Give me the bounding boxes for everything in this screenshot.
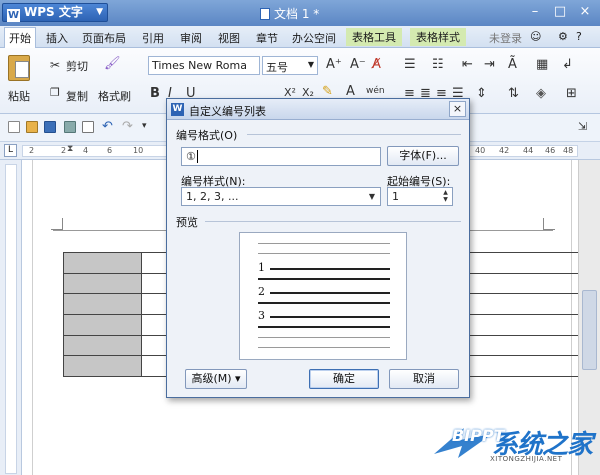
- ruler-mark: 46: [545, 146, 556, 155]
- chinese-layout-icon[interactable]: A͂: [508, 57, 517, 72]
- maximize-button[interactable]: □: [549, 3, 571, 21]
- ruler-mark: 6: [107, 146, 113, 155]
- copy-icon[interactable]: ❐: [50, 86, 60, 99]
- save-icon[interactable]: [44, 121, 56, 133]
- wps-logo-icon: W: [171, 103, 184, 116]
- tab-view[interactable]: 视图: [218, 30, 240, 46]
- number-style-select[interactable]: 1, 2, 3, ... ▼: [181, 187, 381, 206]
- start-at-input[interactable]: 1 ▲ ▼: [387, 187, 453, 206]
- font-button[interactable]: 字体(F)...: [387, 146, 459, 166]
- menu-bar: 开始 插入 页面布局 引用 审阅 视图 章节 办公空间 表格工具 表格样式 未登…: [0, 26, 600, 48]
- chevron-down-icon[interactable]: ▾: [142, 121, 147, 131]
- number-list-icon[interactable]: ☷: [432, 57, 444, 72]
- wps-app-menu-button[interactable]: W WPS 文字 ▼: [2, 3, 108, 22]
- watermark-subtext: XITONGZHIJIA.NET: [490, 455, 563, 463]
- chevron-down-icon: ▼: [368, 192, 376, 201]
- font-name-select[interactable]: Times New Roma: [148, 56, 260, 75]
- table-border-icon[interactable]: ⊞: [566, 86, 577, 101]
- title-bar: W WPS 文字 ▼ 文档 1 * – □ ×: [0, 0, 600, 26]
- help-button[interactable]: ?: [576, 30, 582, 43]
- shading-icon[interactable]: ◈: [536, 86, 546, 101]
- copy-button[interactable]: 复制: [66, 88, 88, 104]
- tab-page-layout[interactable]: 页面布局: [82, 30, 126, 46]
- ruler-mark: 4: [83, 146, 89, 155]
- login-status[interactable]: 未登录: [489, 30, 522, 46]
- tab-home[interactable]: 开始: [4, 27, 36, 48]
- ruler-mark: 48: [563, 146, 574, 155]
- toolbar-options-icon[interactable]: ⇲: [578, 120, 587, 133]
- format-painter-icon[interactable]: 🖌: [104, 56, 121, 71]
- ruler-mark: 2: [61, 146, 67, 155]
- ruler-mark: 40: [475, 146, 486, 155]
- number-format-input[interactable]: ①: [181, 147, 381, 166]
- scissors-icon[interactable]: ✂: [50, 58, 60, 72]
- paste-icon[interactable]: [8, 55, 30, 81]
- ruler-mark: 42: [499, 146, 510, 155]
- shrink-font-icon[interactable]: A⁻: [350, 57, 366, 72]
- print-preview-icon[interactable]: [82, 121, 94, 133]
- custom-numbering-dialog: W 自定义编号列表 × 编号格式(O) ① 字体(F)... 编号样式(N): …: [166, 98, 470, 398]
- document-icon: [260, 8, 270, 20]
- skin-icon[interactable]: ☺: [530, 30, 541, 43]
- spinner-arrows-icon[interactable]: ▲ ▼: [440, 189, 451, 204]
- show-marks-icon[interactable]: ↲: [562, 57, 573, 72]
- advanced-button[interactable]: 高级(M) ▾: [185, 369, 247, 389]
- tab-table-tools[interactable]: 表格工具: [346, 28, 402, 46]
- highlight-icon[interactable]: ✎: [322, 84, 333, 99]
- open-folder-icon[interactable]: [26, 121, 38, 133]
- clear-format-icon[interactable]: A̸: [372, 57, 381, 72]
- indent-marker-icon[interactable]: ⧗: [67, 144, 73, 154]
- settings-icon[interactable]: ⚙: [558, 30, 568, 43]
- app-name: WPS 文字: [24, 5, 83, 19]
- cancel-button[interactable]: 取消: [389, 369, 459, 389]
- vertical-ruler: [0, 160, 22, 475]
- phonetic-icon[interactable]: wén: [366, 86, 385, 96]
- tab-table-styles[interactable]: 表格样式: [410, 28, 466, 46]
- watermark-logo-text: BIPPT: [452, 426, 505, 445]
- preview-number: 2: [258, 285, 265, 298]
- tab-review[interactable]: 审阅: [180, 30, 202, 46]
- font-size-select[interactable]: 五号 ▼: [262, 56, 318, 75]
- increase-indent-icon[interactable]: ⇥: [484, 57, 495, 72]
- ruler-mark: 44: [523, 146, 534, 155]
- new-document-icon[interactable]: [8, 121, 20, 133]
- preview-number: 1: [258, 261, 265, 274]
- scrollbar-thumb[interactable]: [582, 290, 597, 370]
- ruler-mark: 2: [29, 146, 35, 155]
- preview-panel: 1 2 3: [239, 232, 407, 360]
- print-icon[interactable]: [64, 121, 76, 133]
- chevron-down-icon: ▼: [307, 60, 314, 69]
- wps-logo-icon: W: [7, 9, 20, 22]
- number-format-label: 编号格式(O): [176, 129, 238, 142]
- tab-office-space[interactable]: 办公空间: [292, 30, 336, 46]
- minimize-button[interactable]: –: [524, 3, 546, 21]
- sort-icon[interactable]: ⇅: [508, 86, 519, 101]
- dialog-close-button[interactable]: ×: [449, 101, 466, 117]
- preview-label: 预览: [176, 216, 198, 229]
- close-button[interactable]: ×: [574, 3, 596, 21]
- chevron-down-icon: ▼: [96, 7, 103, 17]
- preview-number: 3: [258, 309, 265, 322]
- ok-button[interactable]: 确定: [309, 369, 379, 389]
- bullet-list-icon[interactable]: ☰: [404, 57, 416, 72]
- document-title: 文档 1 *: [260, 5, 319, 22]
- line-spacing-icon[interactable]: ⇕: [476, 86, 487, 101]
- ruler-mark: 10: [133, 146, 144, 155]
- redo-icon[interactable]: ↷: [122, 119, 133, 134]
- decrease-indent-icon[interactable]: ⇤: [462, 57, 473, 72]
- tab-stop-selector[interactable]: L: [4, 144, 17, 157]
- undo-icon[interactable]: ↶: [102, 119, 113, 134]
- bold-button[interactable]: B: [150, 86, 160, 101]
- grow-font-icon[interactable]: A⁺: [326, 57, 342, 72]
- tab-references[interactable]: 引用: [142, 30, 164, 46]
- tab-insert[interactable]: 插入: [46, 30, 68, 46]
- dialog-title: 自定义编号列表: [189, 105, 266, 118]
- format-painter-button[interactable]: 格式刷: [98, 88, 131, 104]
- dialog-title-bar: W 自定义编号列表 ×: [167, 99, 469, 120]
- tab-chapter[interactable]: 章节: [256, 30, 278, 46]
- paste-button[interactable]: 粘贴: [8, 88, 30, 104]
- cut-button[interactable]: 剪切: [66, 58, 88, 74]
- borders-icon[interactable]: ▦: [536, 57, 548, 72]
